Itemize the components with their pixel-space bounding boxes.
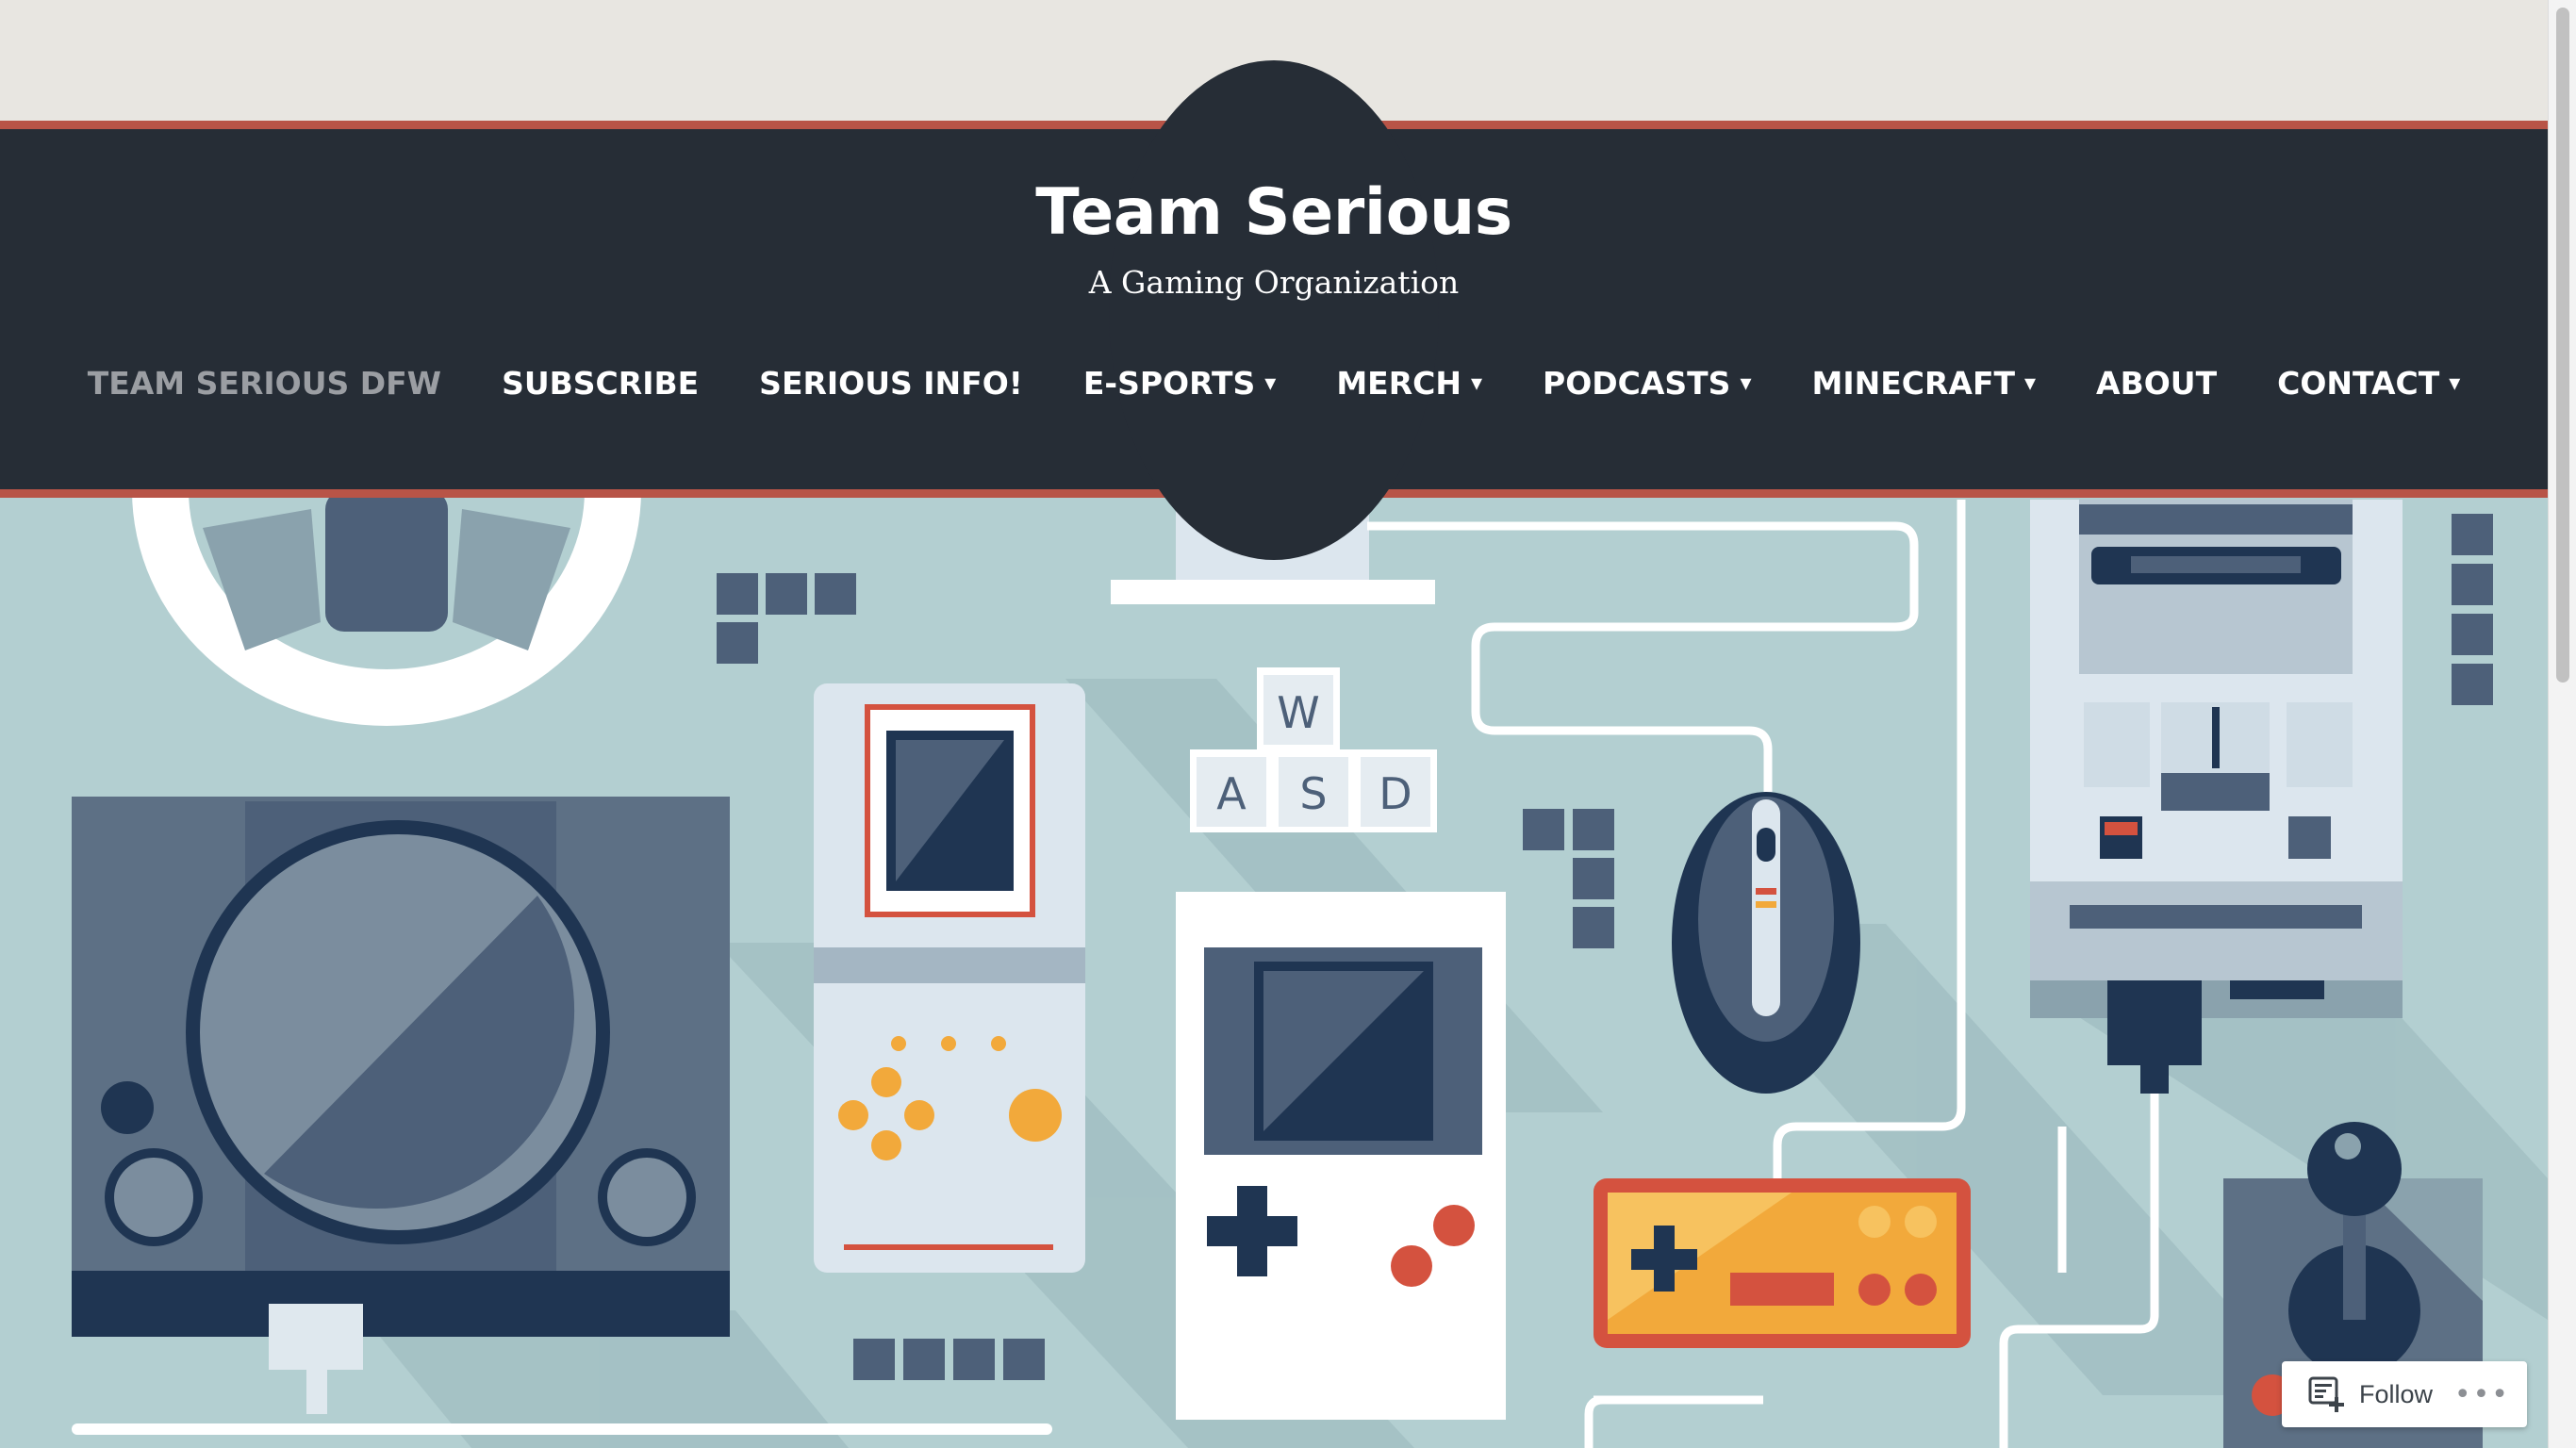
- follow-widget: Follow •••: [2282, 1361, 2527, 1427]
- dropdown-caret-icon: ▾: [2449, 370, 2461, 396]
- nav-item-label: PODCASTS: [1543, 364, 1731, 402]
- nav-item-label: E-SPORTS: [1082, 364, 1256, 402]
- reader-follow-icon: [2308, 1376, 2344, 1412]
- dropdown-caret-icon: ▾: [2024, 370, 2037, 396]
- nav-item-label: MINECRAFT: [1811, 364, 2016, 402]
- ellipsis-icon[interactable]: •••: [2454, 1378, 2510, 1411]
- follow-label: Follow: [2359, 1379, 2434, 1408]
- follow-button[interactable]: Follow: [2282, 1361, 2433, 1427]
- scrollbar-thumb[interactable]: [2556, 8, 2569, 683]
- nav-item-label: ABOUT: [2096, 364, 2218, 402]
- main-navigation: TEAM SERIOUS DFW SUBSCRIBE SERIOUS INFO!…: [0, 358, 2548, 407]
- nav-item-subscribe[interactable]: SUBSCRIBE: [471, 358, 729, 407]
- nav-item-label: CONTACT: [2277, 364, 2440, 402]
- key-w: W: [1277, 687, 1319, 738]
- site-tagline: A Gaming Organization: [1088, 264, 1460, 301]
- nav-item-label: SUBSCRIBE: [502, 364, 700, 402]
- dropdown-caret-icon: ▾: [1264, 370, 1277, 396]
- nav-item-e-sports[interactable]: E-SPORTS ▾: [1053, 358, 1307, 407]
- mouse-graphic: [1672, 792, 1860, 1094]
- nav-item-about[interactable]: ABOUT: [2066, 358, 2247, 407]
- site-title[interactable]: Team Serious: [0, 175, 2548, 250]
- dropdown-caret-icon: ▾: [1470, 370, 1483, 396]
- header-circle: [1109, 60, 1439, 560]
- nav-item-label: TEAM SERIOUS DFW: [87, 364, 442, 402]
- gameboy-graphic: [1176, 892, 1506, 1420]
- nav-item-minecraft[interactable]: MINECRAFT ▾: [1782, 358, 2067, 407]
- nav-item-label: MERCH: [1336, 364, 1461, 402]
- dropdown-caret-icon: ▾: [1740, 370, 1752, 396]
- key-s: S: [1299, 768, 1327, 819]
- key-d: D: [1379, 768, 1412, 819]
- retro-console-graphic: [2030, 500, 2403, 1094]
- nav-item-contact[interactable]: CONTACT ▾: [2247, 358, 2490, 407]
- nav-item-team-serious-dfw[interactable]: TEAM SERIOUS DFW: [58, 358, 471, 407]
- nav-item-label: SERIOUS INFO!: [759, 364, 1023, 402]
- nav-item-merch[interactable]: MERCH ▾: [1306, 358, 1512, 407]
- nav-item-podcasts[interactable]: PODCASTS ▾: [1512, 358, 1781, 407]
- handheld-graphic: [814, 683, 1085, 1273]
- nav-item-serious-info[interactable]: SERIOUS INFO!: [729, 358, 1053, 407]
- key-a: A: [1216, 768, 1247, 819]
- controller-graphic: [1593, 1178, 1971, 1348]
- vertical-scrollbar[interactable]: [2548, 0, 2576, 1448]
